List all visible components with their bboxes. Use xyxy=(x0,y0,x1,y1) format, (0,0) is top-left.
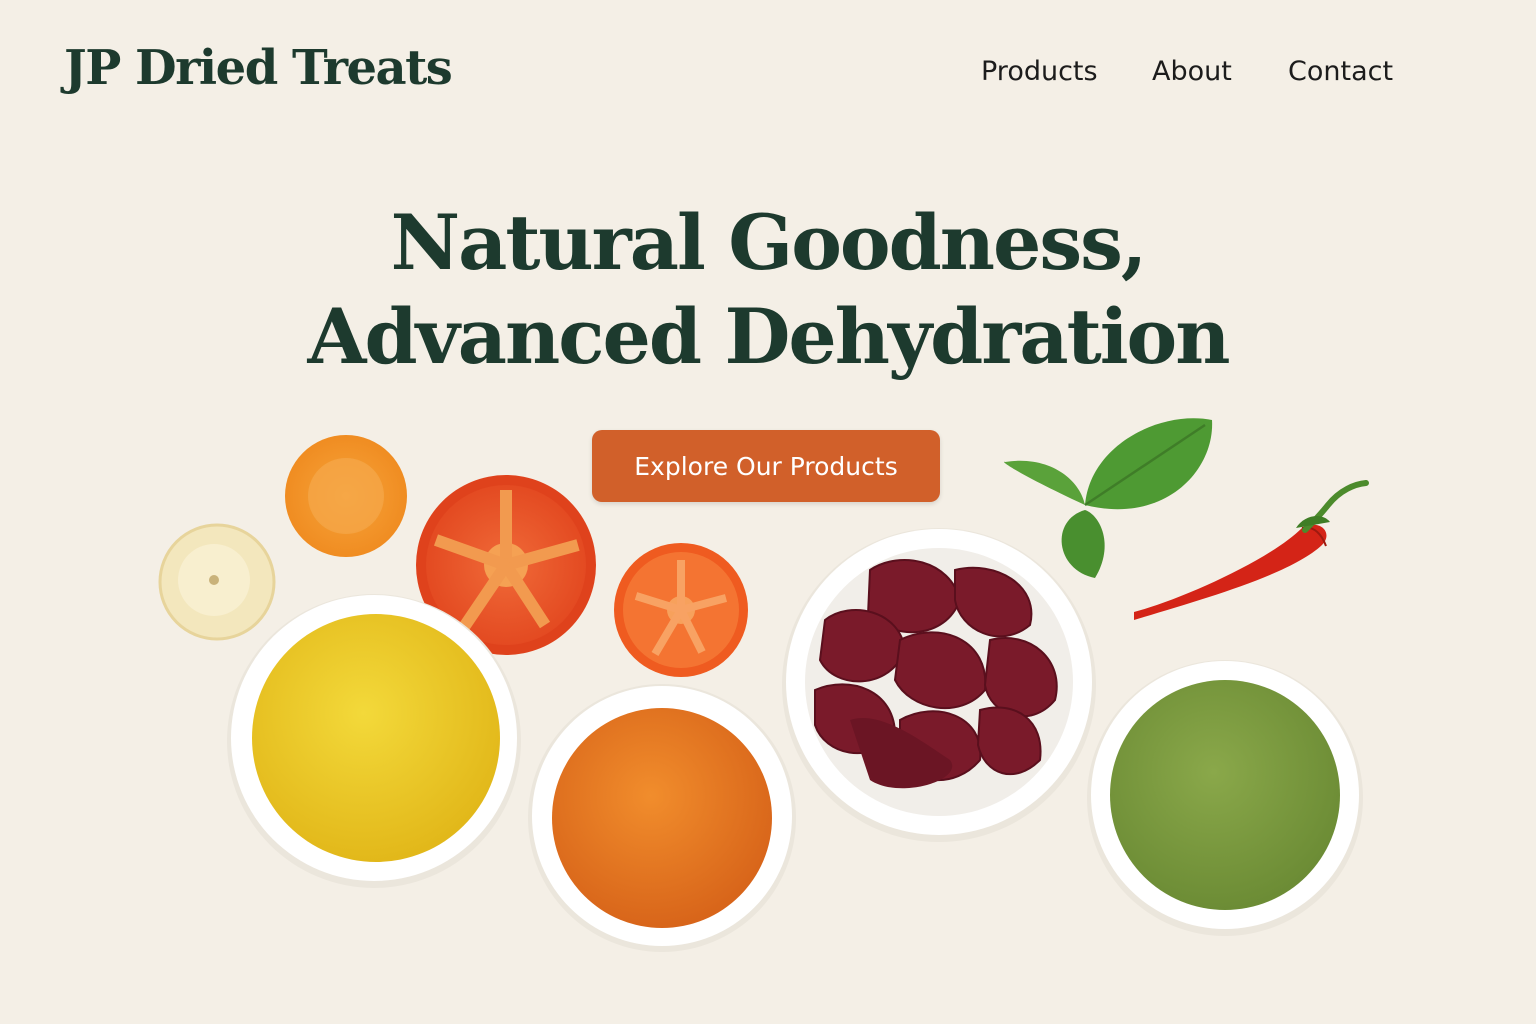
green-powder-bowl xyxy=(1087,660,1363,936)
carrot-slice xyxy=(285,435,407,557)
dried-beet-chips-bowl xyxy=(782,528,1096,842)
explore-products-button[interactable]: Explore Our Products xyxy=(592,430,940,502)
orange-powder-bowl xyxy=(528,684,796,952)
ingredients-illustration xyxy=(158,418,1369,952)
banana-slice xyxy=(158,523,276,641)
red-chili-pepper xyxy=(1134,480,1369,620)
yellow-powder-bowl xyxy=(227,594,521,888)
small-tomato-slice xyxy=(614,543,748,677)
basil-leaves xyxy=(1003,418,1213,578)
